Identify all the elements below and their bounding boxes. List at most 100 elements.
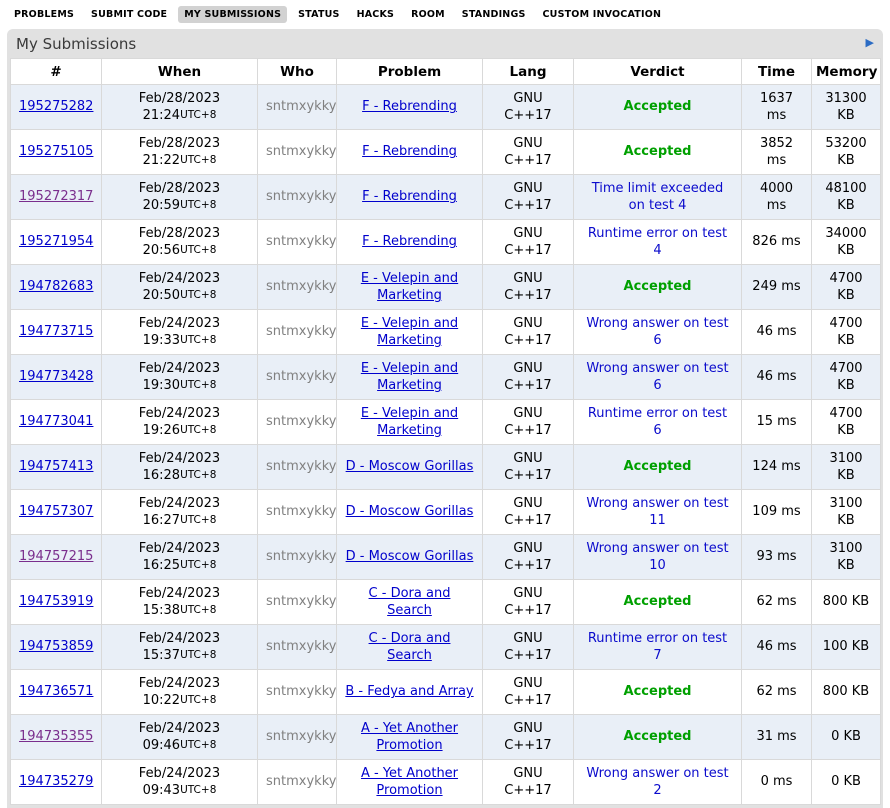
- user-handle-link[interactable]: sntmxykky: [266, 369, 336, 384]
- nav-item-hacks[interactable]: HACKS: [351, 6, 400, 23]
- submission-id-link[interactable]: 194757215: [19, 549, 93, 564]
- user-handle-link[interactable]: sntmxykky: [266, 279, 336, 294]
- cell-verdict: Accepted: [574, 445, 742, 490]
- cell-submission-id: 194773041: [11, 400, 102, 445]
- cell-who: sntmxykky: [258, 265, 337, 310]
- cell-when: Feb/28/2023 20:56UTC+8: [102, 220, 258, 265]
- user-handle-link[interactable]: sntmxykky: [266, 414, 336, 429]
- nav-item-custom-invocation[interactable]: CUSTOM INVOCATION: [537, 6, 668, 23]
- problem-link[interactable]: F - Rebrending: [362, 234, 457, 249]
- verdict-label: Accepted: [624, 684, 692, 699]
- cell-who: sntmxykky: [258, 175, 337, 220]
- exec-time-label: 93 ms: [756, 549, 796, 564]
- timezone-label: UTC+8: [180, 469, 216, 481]
- user-handle-link[interactable]: sntmxykky: [266, 504, 336, 519]
- exec-time-label: 1637 ms: [760, 91, 793, 123]
- problem-link[interactable]: D - Moscow Gorillas: [346, 549, 474, 564]
- submission-id-link[interactable]: 194735355: [19, 729, 93, 744]
- cell-submission-id: 194757307: [11, 490, 102, 535]
- cell-who: sntmxykky: [258, 130, 337, 175]
- problem-link[interactable]: B - Fedya and Array: [345, 684, 473, 699]
- nav-item-standings[interactable]: STANDINGS: [456, 6, 532, 23]
- memory-label: 34000 KB: [825, 226, 866, 258]
- table-row: 194753859 Feb/24/2023 15:37UTC+8 sntmxyk…: [11, 625, 881, 670]
- user-handle-link[interactable]: sntmxykky: [266, 324, 336, 339]
- cell-submission-id: 194782683: [11, 265, 102, 310]
- submission-date: Feb/24/2023: [110, 360, 249, 377]
- cell-verdict: Wrong answer on test 11: [574, 490, 742, 535]
- problem-link[interactable]: E - Velepin and Marketing: [361, 361, 458, 393]
- cell-lang: GNU C++17: [483, 265, 574, 310]
- nav-item-room[interactable]: ROOM: [405, 6, 451, 23]
- user-handle-link[interactable]: sntmxykky: [266, 99, 336, 114]
- nav-item-status[interactable]: STATUS: [292, 6, 345, 23]
- table-row: 194773041 Feb/24/2023 19:26UTC+8 sntmxyk…: [11, 400, 881, 445]
- cell-memory: 34000 KB: [812, 220, 881, 265]
- problem-link[interactable]: C - Dora and Search: [369, 586, 451, 618]
- cell-verdict: Accepted: [574, 580, 742, 625]
- problem-link[interactable]: F - Rebrending: [362, 99, 457, 114]
- submission-id-link[interactable]: 194757413: [19, 459, 93, 474]
- user-handle-link[interactable]: sntmxykky: [266, 594, 336, 609]
- problem-link[interactable]: A - Yet Another Promotion: [361, 766, 458, 798]
- submission-date: Feb/24/2023: [110, 540, 249, 557]
- cell-submission-id: 195275105: [11, 130, 102, 175]
- problem-link[interactable]: E - Velepin and Marketing: [361, 316, 458, 348]
- user-handle-link[interactable]: sntmxykky: [266, 774, 336, 789]
- problem-link[interactable]: D - Moscow Gorillas: [346, 504, 474, 519]
- cell-memory: 4700 KB: [812, 355, 881, 400]
- submission-id-link[interactable]: 195275105: [19, 144, 93, 159]
- cell-who: sntmxykky: [258, 670, 337, 715]
- user-handle-link[interactable]: sntmxykky: [266, 684, 336, 699]
- memory-label: 4700 KB: [829, 271, 862, 303]
- submission-id-link[interactable]: 195275282: [19, 99, 93, 114]
- cell-time: 124 ms: [742, 445, 812, 490]
- submission-id-link[interactable]: 194736571: [19, 684, 93, 699]
- table-row: 195272317 Feb/28/2023 20:59UTC+8 sntmxyk…: [11, 175, 881, 220]
- cell-verdict: Accepted: [574, 130, 742, 175]
- submission-id-link[interactable]: 194735279: [19, 774, 93, 789]
- cell-problem: E - Velepin and Marketing: [337, 265, 483, 310]
- submission-id-link[interactable]: 194773041: [19, 414, 93, 429]
- cell-submission-id: 195271954: [11, 220, 102, 265]
- problem-link[interactable]: A - Yet Another Promotion: [361, 721, 458, 753]
- cell-time: 93 ms: [742, 535, 812, 580]
- cell-lang: GNU C++17: [483, 670, 574, 715]
- user-handle-link[interactable]: sntmxykky: [266, 234, 336, 249]
- problem-link[interactable]: E - Velepin and Marketing: [361, 271, 458, 303]
- problem-link[interactable]: C - Dora and Search: [369, 631, 451, 663]
- user-handle-link[interactable]: sntmxykky: [266, 729, 336, 744]
- language-label: GNU C++17: [502, 495, 554, 529]
- submission-id-link[interactable]: 194753919: [19, 594, 93, 609]
- header-id: #: [11, 59, 102, 85]
- user-handle-link[interactable]: sntmxykky: [266, 189, 336, 204]
- collapse-arrow-icon[interactable]: ▶: [866, 37, 874, 48]
- submission-id-link[interactable]: 194773428: [19, 369, 93, 384]
- submission-date: Feb/24/2023: [110, 450, 249, 467]
- memory-label: 3100 KB: [829, 496, 862, 528]
- submission-id-link[interactable]: 195272317: [19, 189, 93, 204]
- language-label: GNU C++17: [502, 225, 554, 259]
- memory-label: 100 KB: [823, 639, 869, 654]
- user-handle-link[interactable]: sntmxykky: [266, 639, 336, 654]
- submission-id-link[interactable]: 195271954: [19, 234, 93, 249]
- user-handle-link[interactable]: sntmxykky: [266, 549, 336, 564]
- nav-item-problems[interactable]: PROBLEMS: [8, 6, 80, 23]
- submission-id-link[interactable]: 194773715: [19, 324, 93, 339]
- submission-id-link[interactable]: 194753859: [19, 639, 93, 654]
- submission-id-link[interactable]: 194782683: [19, 279, 93, 294]
- cell-who: sntmxykky: [258, 445, 337, 490]
- nav-item-my-submissions[interactable]: MY SUBMISSIONS: [178, 6, 287, 23]
- problem-link[interactable]: D - Moscow Gorillas: [346, 459, 474, 474]
- problem-link[interactable]: F - Rebrending: [362, 189, 457, 204]
- user-handle-link[interactable]: sntmxykky: [266, 459, 336, 474]
- submission-date: Feb/24/2023: [110, 675, 249, 692]
- nav-item-submit-code[interactable]: SUBMIT CODE: [85, 6, 173, 23]
- problem-link[interactable]: F - Rebrending: [362, 144, 457, 159]
- cell-who: sntmxykky: [258, 715, 337, 760]
- submission-time: 15:38UTC+8: [110, 602, 249, 619]
- submission-id-link[interactable]: 194757307: [19, 504, 93, 519]
- user-handle-link[interactable]: sntmxykky: [266, 144, 336, 159]
- cell-problem: C - Dora and Search: [337, 625, 483, 670]
- problem-link[interactable]: E - Velepin and Marketing: [361, 406, 458, 438]
